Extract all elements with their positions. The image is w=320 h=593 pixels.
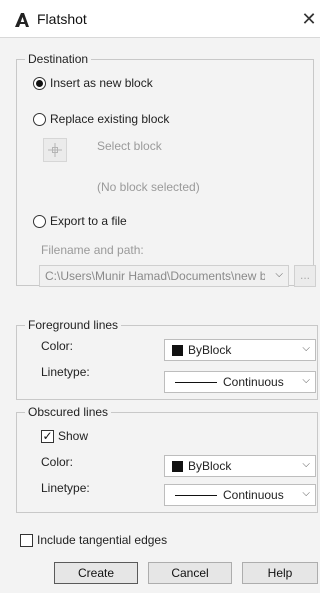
window-title: Flatshot [37, 11, 87, 27]
close-icon: ✕ [301, 9, 317, 29]
create-button[interactable]: Create [54, 562, 138, 584]
color-swatch [172, 460, 183, 472]
obscured-linetype-select[interactable]: Continuous ⌵ [164, 484, 316, 506]
radio-indicator [33, 112, 46, 126]
radio-indicator [33, 214, 46, 228]
foreground-linetype-select[interactable]: Continuous ⌵ [164, 371, 316, 393]
chevron-down-icon: ⌵ [302, 459, 310, 470]
obscured-color-select[interactable]: ByBlock ⌵ [164, 455, 316, 477]
help-label: Help [267, 566, 293, 580]
select-block-button[interactable] [43, 138, 67, 162]
radio-indicator [33, 76, 46, 90]
crosshair-pick-icon [48, 143, 62, 157]
filename-label: Filename and path: [41, 243, 144, 257]
cancel-button[interactable]: Cancel [148, 562, 232, 584]
help-button[interactable]: Help [242, 562, 318, 584]
radio-label: Insert as new block [50, 76, 153, 90]
foreground-color-select[interactable]: ByBlock ⌵ [164, 339, 316, 361]
include-tangential-edges-checkbox[interactable]: Include tangential edges [20, 533, 167, 547]
filename-value: C:\Users\Munir Hamad\Documents\new blc [45, 269, 265, 283]
show-label: Show [58, 429, 89, 443]
checkbox-indicator [20, 533, 33, 547]
foreground-linetype-value: Continuous [223, 375, 284, 389]
destination-group: Destination Insert as new block Replace … [16, 52, 316, 287]
title-bar: Flatshot ✕ [0, 0, 320, 38]
obscured-legend: Obscured lines [25, 405, 112, 419]
chevron-down-icon: ⌵ [302, 488, 310, 499]
no-block-selected-text: (No block selected) [97, 180, 200, 194]
obscured-color-label: Color: [41, 455, 74, 469]
tangential-label: Include tangential edges [37, 533, 168, 547]
line-sample [175, 381, 217, 383]
chevron-down-icon: ⌵ [275, 269, 283, 280]
obscured-linetype-label: Linetype: [41, 481, 90, 495]
line-sample [175, 494, 217, 496]
filename-path-combo[interactable]: C:\Users\Munir Hamad\Documents\new blc ⌵ [39, 265, 289, 287]
foreground-linetype-label: Linetype: [41, 365, 90, 379]
obscured-linetype-value: Continuous [223, 488, 284, 502]
foreground-color-value: ByBlock [188, 343, 232, 357]
chevron-down-icon: ⌵ [302, 375, 310, 386]
close-button[interactable]: ✕ [298, 6, 320, 32]
autocad-logo-icon [15, 13, 29, 27]
cancel-label: Cancel [171, 566, 209, 580]
insert-new-block-radio[interactable]: Insert as new block [33, 76, 153, 90]
checkbox-indicator: ✓ [41, 428, 54, 443]
show-obscured-checkbox[interactable]: ✓ Show [41, 429, 88, 443]
browse-button[interactable]: ... [294, 265, 316, 287]
create-label: Create [77, 566, 115, 580]
select-block-label: Select block [97, 139, 162, 153]
foreground-color-label: Color: [41, 339, 74, 353]
obscured-lines-group: Obscured lines ✓ Show Color: ByBlock ⌵ L… [16, 405, 318, 513]
destination-legend: Destination [25, 52, 92, 66]
radio-label: Export to a file [50, 214, 127, 228]
color-swatch [172, 344, 183, 356]
replace-existing-block-radio[interactable]: Replace existing block [33, 112, 169, 126]
radio-label: Replace existing block [50, 112, 170, 126]
foreground-legend: Foreground lines [25, 318, 122, 332]
export-to-file-radio[interactable]: Export to a file [33, 214, 127, 228]
browse-label: ... [299, 268, 310, 282]
chevron-down-icon: ⌵ [302, 343, 310, 354]
dialog-body: Destination Insert as new block Replace … [0, 38, 320, 593]
foreground-lines-group: Foreground lines Color: ByBlock ⌵ Linety… [16, 318, 318, 400]
obscured-color-value: ByBlock [188, 459, 232, 473]
